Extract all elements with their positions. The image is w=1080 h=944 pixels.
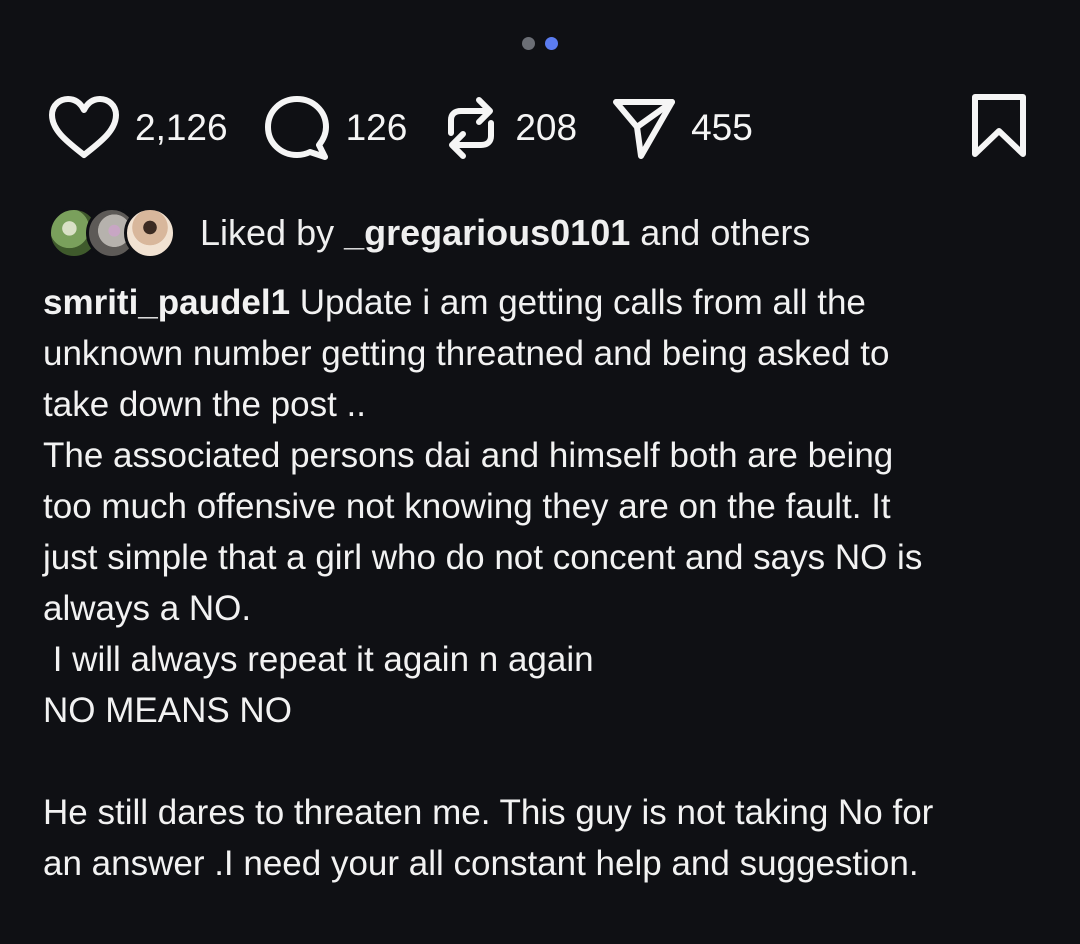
repost-icon[interactable] xyxy=(441,93,501,163)
caption-blank-line xyxy=(43,736,1043,787)
caption-line: always a NO. xyxy=(43,589,252,628)
post-action-bar: 2,126 126 208 455 xyxy=(47,88,1028,168)
liked-by-suffix[interactable]: and others xyxy=(630,212,810,253)
liker-avatars[interactable] xyxy=(48,207,176,259)
caption-line: too much offensive not knowing they are … xyxy=(43,487,891,526)
caption-line: smriti_paudel1 Update i am getting calls… xyxy=(43,277,1043,328)
liked-by-text: Liked by _gregarious0101 and others xyxy=(200,212,810,254)
share-action[interactable]: 455 xyxy=(611,94,753,162)
liked-by-prefix: Liked by xyxy=(200,212,345,253)
pager-dot-2-active[interactable] xyxy=(545,37,558,50)
heart-icon[interactable] xyxy=(47,95,121,161)
comment-action[interactable]: 126 xyxy=(262,94,408,162)
caption-line: unknown number getting threatned and bei… xyxy=(43,334,890,373)
like-count: 2,126 xyxy=(135,107,228,148)
repost-count: 208 xyxy=(515,107,578,148)
caption-line: just simple that a girl who do not conce… xyxy=(43,538,923,577)
caption-line: NO MEANS NO xyxy=(43,691,292,730)
send-icon[interactable] xyxy=(611,94,677,162)
like-action[interactable]: 2,126 xyxy=(47,95,228,161)
pager-dot-1[interactable] xyxy=(522,37,535,50)
caption-text: Update i am getting calls from all the xyxy=(290,283,866,322)
liked-by-username[interactable]: _gregarious0101 xyxy=(344,212,630,253)
caption-line: He still dares to threaten me. This guy … xyxy=(43,793,934,832)
liked-by-row: Liked by _gregarious0101 and others xyxy=(48,205,810,261)
carousel-pager xyxy=(0,37,1080,50)
caption-line: an answer .I need your all constant help… xyxy=(43,844,919,883)
post-caption: smriti_paudel1 Update i am getting calls… xyxy=(43,277,1043,889)
caption-line: take down the post .. xyxy=(43,385,366,424)
avatar[interactable] xyxy=(124,207,176,259)
caption-line: The associated persons dai and himself b… xyxy=(43,436,894,475)
comment-bubble-icon[interactable] xyxy=(262,94,332,162)
caption-username[interactable]: smriti_paudel1 xyxy=(43,283,290,322)
share-count: 455 xyxy=(691,107,753,148)
bookmark-icon[interactable] xyxy=(970,93,1028,164)
comment-count: 126 xyxy=(345,107,408,148)
repost-action[interactable]: 208 xyxy=(441,93,577,163)
caption-line: I will always repeat it again n again xyxy=(43,640,594,679)
